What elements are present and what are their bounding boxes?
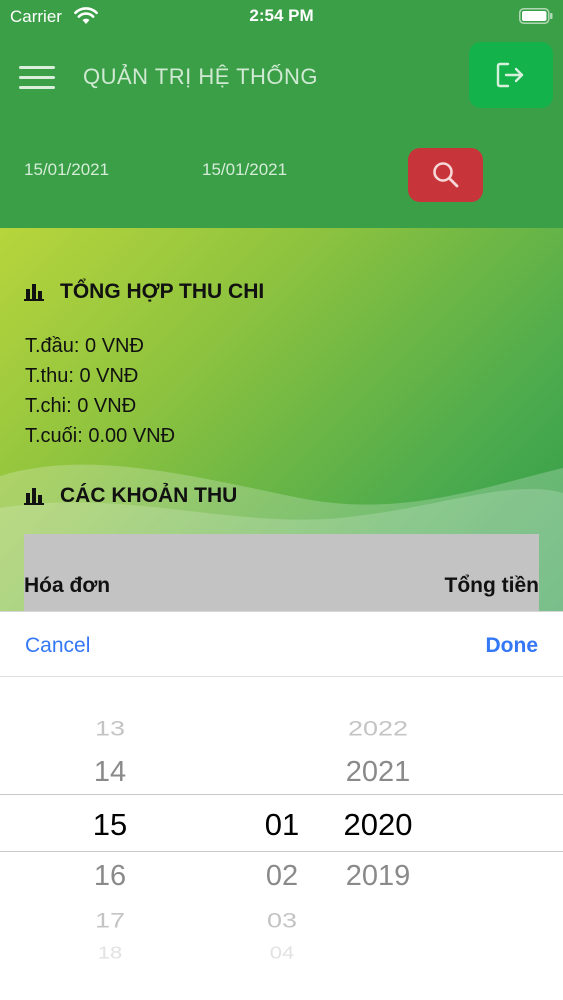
year-picker-option[interactable]: 2022 (348, 716, 408, 741)
day-picker-option[interactable]: 18 (98, 943, 122, 964)
day-picker-option[interactable]: 16 (94, 860, 126, 893)
column-header-total: Tổng tiền (444, 574, 539, 597)
date-from-field[interactable]: 15/01/2021 (24, 160, 109, 180)
status-bar: Carrier 2:54 PM (0, 0, 563, 32)
month-picker-option[interactable]: 02 (266, 860, 298, 893)
logout-button[interactable] (469, 42, 553, 108)
column-header-invoice: Hóa đơn (24, 574, 111, 597)
opening-balance: T.đầu: 0 VNĐ (25, 335, 144, 357)
summary-title-text: TỔNG HỢP THU CHI (60, 280, 265, 303)
year-picker-option[interactable]: 2021 (346, 756, 411, 789)
month-picker-option[interactable]: 04 (270, 943, 294, 964)
done-button[interactable]: Done (486, 634, 539, 658)
income-title-text: CÁC KHOẢN THU (60, 484, 238, 507)
date-picker-wheel[interactable]: 13 14 15 16 17 18 01 02 03 04 2022 2021 2020 2019 (0, 678, 563, 1000)
picker-toolbar: Cancel Done (0, 611, 563, 677)
hamburger-menu-icon[interactable] (19, 66, 55, 90)
closing-balance: T.cuối: 0.00 VNĐ (25, 425, 176, 447)
logout-icon (496, 62, 524, 88)
search-button[interactable] (408, 148, 483, 202)
battery-icon (519, 8, 553, 24)
page-title: QUẢN TRỊ HỆ THỐNG (83, 64, 319, 89)
day-picker-option[interactable]: 14 (94, 756, 126, 789)
income-section-title: CÁC KHOẢN THU (24, 484, 237, 508)
income-table-header: Hóa đơn Tổng tiền (24, 534, 539, 612)
search-icon (432, 162, 458, 188)
month-picker-option[interactable]: 01 (265, 807, 299, 843)
date-to-field[interactable]: 15/01/2021 (202, 160, 287, 180)
day-picker-option[interactable]: 15 (93, 807, 127, 843)
day-picker-option[interactable]: 13 (95, 716, 125, 741)
status-time: 2:54 PM (249, 6, 314, 25)
bar-chart-icon (24, 488, 44, 505)
bar-chart-icon (24, 284, 44, 301)
day-picker-option[interactable]: 17 (95, 908, 125, 933)
cancel-button[interactable]: Cancel (25, 634, 90, 658)
year-picker-option[interactable]: 2019 (346, 860, 411, 893)
report-content: TỔNG HỢP THU CHI T.đầu: 0 VNĐ T.thu: 0 V… (0, 228, 563, 612)
total-income: T.thu: 0 VNĐ (25, 365, 139, 387)
total-expense: T.chi: 0 VNĐ (25, 395, 137, 417)
month-picker-option[interactable]: 03 (267, 908, 297, 933)
year-picker-option[interactable]: 2020 (344, 807, 413, 843)
summary-section-title: TỔNG HỢP THU CHI (24, 280, 264, 304)
